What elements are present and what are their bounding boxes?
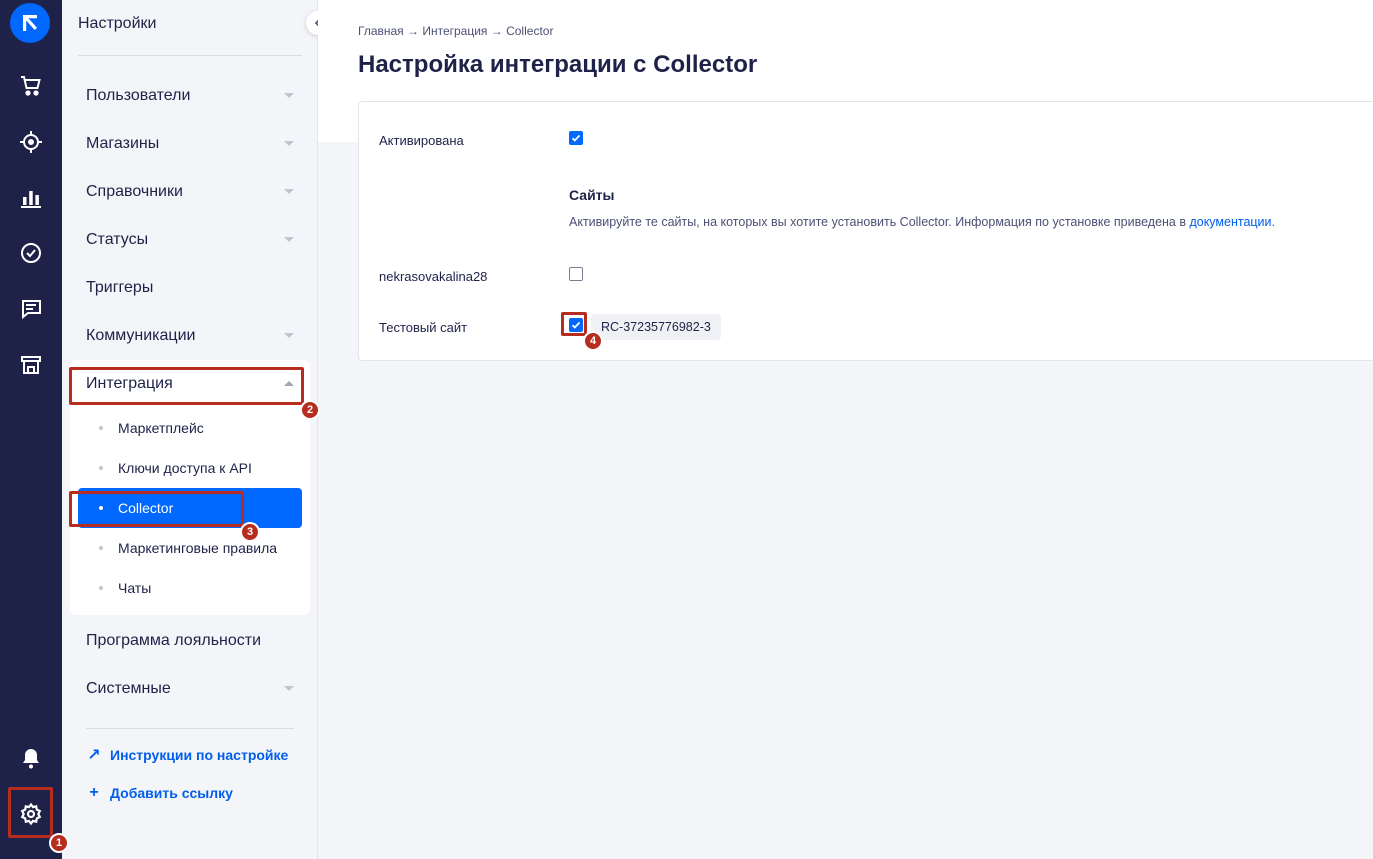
hint-text: Активируйте те сайты, на которых вы хоти…	[569, 215, 1190, 229]
target-icon[interactable]	[11, 122, 51, 162]
menu-item-stores[interactable]: Магазины	[70, 124, 310, 164]
main-content: Главная → Интеграция → Collector Настрой…	[318, 0, 1373, 859]
settings-card: Активирована Сайты Активируйте те сайты,…	[358, 101, 1373, 361]
submenu-item-marketing-rules[interactable]: Маркетинговые правила	[78, 528, 302, 568]
menu-item-label: Статусы	[86, 231, 149, 248]
menu-title: Настройки	[78, 15, 157, 32]
bullet-icon	[99, 426, 103, 430]
submenu-item-label: Маркетинговые правила	[118, 540, 278, 556]
site-checkbox[interactable]	[569, 267, 583, 281]
menu-item-statuses[interactable]: Статусы	[70, 220, 310, 260]
store-icon[interactable]	[11, 345, 51, 385]
menu-item-label: Пользователи	[86, 87, 191, 104]
site-name: nekrasovakalina28	[379, 269, 488, 284]
annotation-number: 3	[240, 522, 260, 542]
submenu-item-api-keys[interactable]: Ключи доступа к API	[78, 448, 302, 488]
submenu-item-marketplace[interactable]: Маркетплейс	[78, 408, 302, 448]
site-code: RC-37235776982-3	[591, 314, 721, 340]
chevron-down-icon	[284, 686, 294, 691]
bell-icon[interactable]	[11, 738, 51, 778]
menu-item-users[interactable]: Пользователи	[70, 76, 310, 116]
documentation-link[interactable]: документации	[1189, 215, 1271, 229]
annotation-box	[8, 787, 53, 838]
bullet-icon	[99, 546, 103, 550]
menu-item-label: Программа лояльности	[86, 632, 262, 649]
breadcrumb[interactable]: Главная → Интеграция → Collector	[358, 24, 553, 38]
menu-item-label: Магазины	[86, 135, 160, 152]
link-label: Добавить ссылку	[110, 785, 233, 801]
link-label: Инструкции по настройке	[110, 747, 289, 763]
external-link-icon: ↗	[87, 747, 101, 764]
settings-menu: Настройки Пользователи Магазины Справочн…	[62, 0, 330, 859]
chevron-down-icon	[284, 237, 294, 242]
annotation-number: 4	[583, 331, 603, 351]
menu-item-system[interactable]: Системные	[70, 669, 310, 709]
submenu-item-chats[interactable]: Чаты	[78, 568, 302, 608]
chevron-down-icon	[284, 189, 294, 194]
site-name: Тестовый сайт	[379, 320, 468, 335]
annotation-box	[69, 491, 244, 527]
menu-item-label: Триггеры	[86, 279, 154, 296]
activated-label: Активирована	[379, 133, 464, 148]
chat-icon[interactable]	[11, 289, 51, 329]
annotation-number: 2	[300, 400, 320, 420]
chevron-down-icon	[284, 333, 294, 338]
submenu-item-label: Маркетплейс	[118, 420, 204, 436]
chevron-down-icon	[284, 93, 294, 98]
menu-item-label: Коммуникации	[86, 327, 196, 344]
nav-rail	[0, 0, 62, 859]
check-icon	[571, 134, 581, 142]
hint-text-end: .	[1271, 215, 1276, 229]
sites-hint: Активируйте те сайты, на которых вы хоти…	[569, 215, 1275, 229]
annotation-box	[561, 312, 587, 336]
logo-icon[interactable]	[10, 3, 50, 43]
menu-item-directories[interactable]: Справочники	[70, 172, 310, 212]
bullet-icon	[99, 466, 103, 470]
instructions-link[interactable]: ↗ Инструкции по настройке	[86, 744, 288, 766]
menu-divider	[86, 728, 294, 729]
plus-icon: +	[89, 784, 99, 801]
sites-title: Сайты	[569, 187, 615, 203]
activated-checkbox[interactable]	[569, 131, 583, 145]
submenu-item-label: Ключи доступа к API	[118, 460, 252, 476]
tasks-icon[interactable]	[11, 233, 51, 273]
cart-icon[interactable]	[11, 66, 51, 106]
annotation-box	[69, 367, 304, 405]
menu-item-triggers[interactable]: Триггеры	[70, 268, 310, 308]
add-link-button[interactable]: + Добавить ссылку	[86, 782, 233, 804]
menu-item-label: Справочники	[86, 183, 183, 200]
menu-item-loyalty[interactable]: Программа лояльности	[70, 621, 310, 661]
menu-divider	[78, 55, 302, 56]
chevron-down-icon	[284, 141, 294, 146]
page-title: Настройка интеграции с Collector	[358, 51, 758, 78]
annotation-number: 1	[49, 833, 69, 853]
submenu-item-label: Чаты	[118, 580, 152, 596]
menu-item-communications[interactable]: Коммуникации	[70, 316, 310, 356]
menu-item-label: Системные	[86, 680, 171, 697]
analytics-icon[interactable]	[11, 178, 51, 218]
bullet-icon	[99, 586, 103, 590]
